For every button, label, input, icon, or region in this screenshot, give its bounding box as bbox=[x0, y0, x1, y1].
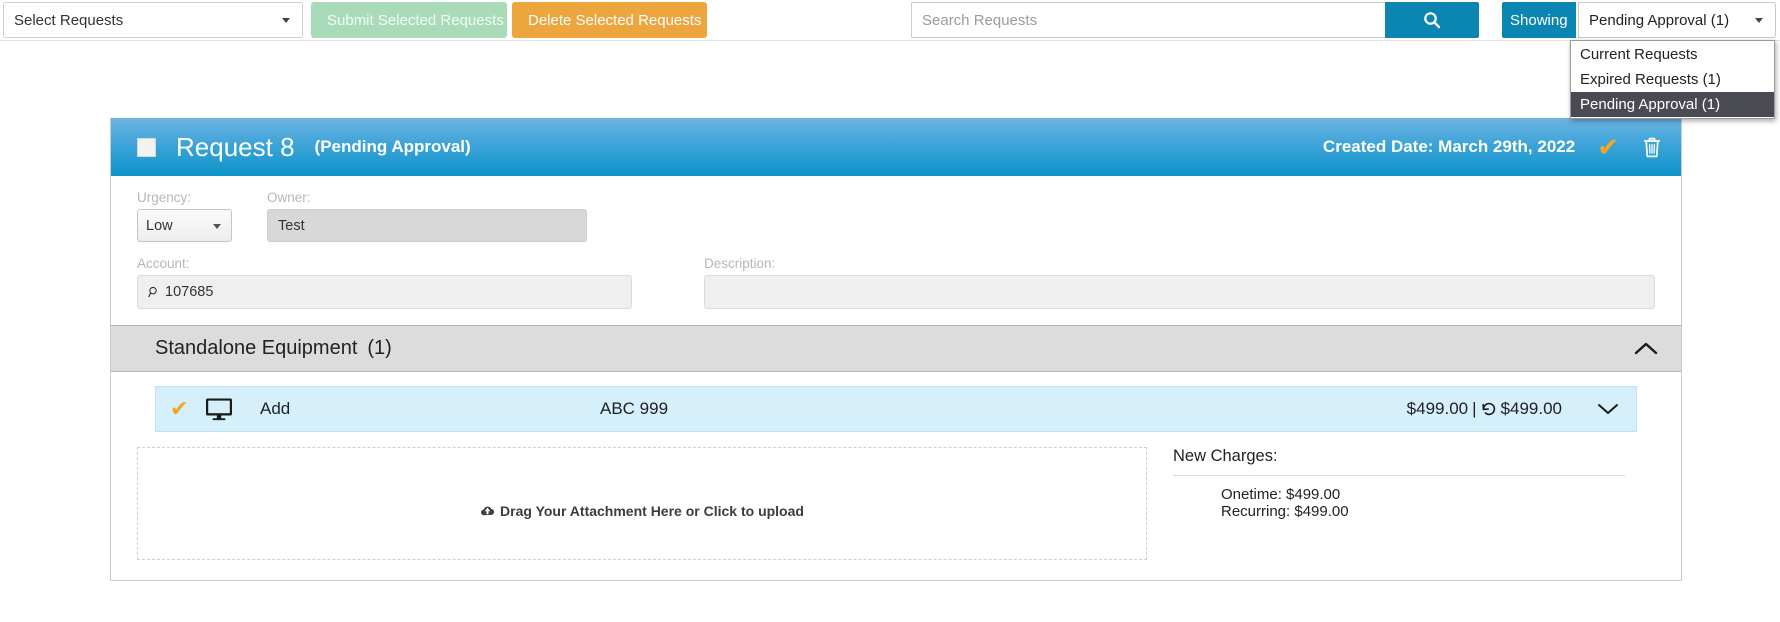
request-select-checkbox[interactable] bbox=[137, 138, 156, 157]
approve-request-icon[interactable]: ✔ bbox=[1597, 134, 1619, 160]
equipment-row[interactable]: ✔ Add ABC 999 $499.00 | bbox=[155, 386, 1637, 432]
new-charges-title: New Charges: bbox=[1173, 447, 1625, 476]
request-form: Urgency: Low Owner: Account: bbox=[111, 176, 1681, 325]
select-requests-dropdown[interactable]: Select Requests bbox=[3, 2, 303, 38]
chevron-down-icon bbox=[282, 18, 290, 23]
equipment-recurring-price: $499.00 bbox=[1501, 399, 1562, 419]
owner-input[interactable] bbox=[267, 209, 587, 242]
recurring-icon bbox=[1481, 401, 1497, 417]
search-button[interactable] bbox=[1385, 2, 1479, 38]
showing-label: Showing bbox=[1502, 2, 1576, 38]
request-status: (Pending Approval) bbox=[315, 137, 471, 157]
request-created-date: Created Date: March 29th, 2022 bbox=[1323, 137, 1575, 157]
description-label: Description: bbox=[704, 256, 1655, 271]
showing-filter-value: Pending Approval (1) bbox=[1589, 12, 1729, 29]
standalone-equipment-section-header[interactable]: Standalone Equipment (1) bbox=[111, 325, 1681, 372]
chevron-down-icon bbox=[213, 224, 221, 229]
equipment-expand-toggle[interactable] bbox=[1596, 401, 1620, 417]
request-title: Request 8 bbox=[176, 132, 295, 163]
owner-label: Owner: bbox=[267, 190, 587, 205]
equipment-name: ABC 999 bbox=[600, 399, 1407, 419]
description-input[interactable] bbox=[704, 275, 1655, 309]
new-charges-panel: New Charges: Onetime: $499.00 Recurring:… bbox=[1173, 447, 1655, 560]
urgency-value: Low bbox=[146, 218, 173, 234]
magnifier-icon bbox=[148, 286, 160, 298]
attachment-dropzone-text: Drag Your Attachment Here or Click to up… bbox=[500, 503, 804, 519]
account-input[interactable]: 107685 bbox=[137, 275, 632, 309]
urgency-field: Urgency: Low bbox=[137, 190, 232, 242]
equipment-pricing: $499.00 | $499.00 bbox=[1407, 399, 1562, 419]
form-row-urgency-owner: Urgency: Low Owner: bbox=[137, 190, 1655, 242]
request-header-actions: Created Date: March 29th, 2022 ✔ bbox=[1323, 134, 1663, 160]
search-bar bbox=[911, 2, 1479, 38]
showing-filter-menu: Current Requests Expired Requests (1) Pe… bbox=[1570, 40, 1775, 119]
cloud-upload-icon bbox=[480, 504, 495, 518]
attachment-dropzone[interactable]: Drag Your Attachment Here or Click to up… bbox=[137, 447, 1147, 560]
request-card: Request 8 (Pending Approval) Created Dat… bbox=[110, 118, 1682, 581]
equipment-list: ✔ Add ABC 999 $499.00 | bbox=[111, 372, 1681, 432]
section-count: (1) bbox=[367, 337, 391, 360]
owner-field: Owner: bbox=[267, 190, 587, 242]
account-field: Account: 107685 bbox=[137, 256, 632, 309]
section-title: Standalone Equipment bbox=[155, 337, 357, 360]
showing-filter-dropdown[interactable]: Pending Approval (1) bbox=[1578, 2, 1776, 38]
urgency-label: Urgency: bbox=[137, 190, 232, 205]
description-field: Description: bbox=[704, 256, 1655, 309]
equipment-onetime-price: $499.00 bbox=[1407, 399, 1468, 419]
delete-request-icon[interactable] bbox=[1641, 135, 1663, 159]
request-card-header: Request 8 (Pending Approval) Created Dat… bbox=[111, 118, 1681, 176]
chevron-up-icon bbox=[1633, 341, 1659, 357]
showing-option-pending-approval[interactable]: Pending Approval (1) bbox=[1571, 92, 1774, 117]
chevron-down-icon bbox=[1755, 18, 1763, 23]
section-collapse-toggle[interactable] bbox=[1633, 341, 1659, 357]
equipment-selected-icon[interactable]: ✔ bbox=[170, 398, 204, 420]
form-row-account-description: Account: 107685 Description: bbox=[137, 256, 1655, 309]
submit-selected-requests-button[interactable]: Submit Selected Requests bbox=[311, 2, 507, 38]
new-charges-recurring: Recurring: $499.00 bbox=[1221, 503, 1625, 520]
showing-option-expired-requests[interactable]: Expired Requests (1) bbox=[1571, 67, 1774, 92]
chevron-down-icon bbox=[1596, 401, 1620, 417]
request-footer: Drag Your Attachment Here or Click to up… bbox=[111, 432, 1681, 580]
attachment-dropzone-inner: Drag Your Attachment Here or Click to up… bbox=[480, 462, 804, 559]
showing-option-current-requests[interactable]: Current Requests bbox=[1571, 42, 1774, 67]
top-toolbar: Select Requests Submit Selected Requests… bbox=[0, 0, 1780, 41]
search-icon bbox=[1423, 11, 1441, 29]
select-requests-label: Select Requests bbox=[14, 12, 123, 29]
urgency-select[interactable]: Low bbox=[137, 209, 232, 242]
equipment-action: Add bbox=[260, 399, 600, 419]
trash-icon bbox=[1641, 135, 1663, 159]
price-separator: | bbox=[1472, 399, 1476, 419]
monitor-icon bbox=[204, 397, 260, 421]
search-input[interactable] bbox=[911, 2, 1385, 38]
account-value: 107685 bbox=[165, 284, 213, 300]
delete-selected-requests-button[interactable]: Delete Selected Requests bbox=[512, 2, 707, 38]
account-label: Account: bbox=[137, 256, 632, 271]
new-charges-onetime: Onetime: $499.00 bbox=[1221, 486, 1625, 503]
